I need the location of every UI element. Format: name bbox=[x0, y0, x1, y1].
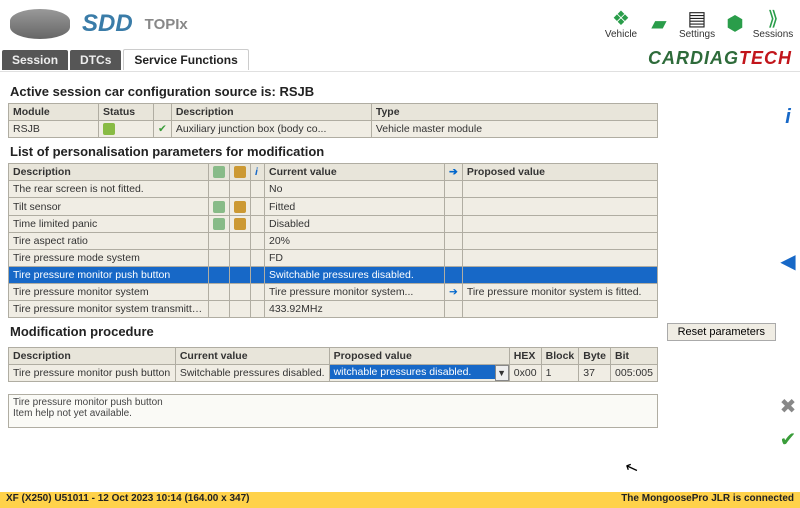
table-row[interactable]: Tire pressure monitor systemTire pressur… bbox=[9, 283, 658, 300]
col-desc[interactable]: Description bbox=[9, 164, 209, 181]
module-table: Module Status Description Type RSJB ✔ Au… bbox=[8, 103, 658, 138]
info-button[interactable]: i bbox=[785, 106, 791, 129]
confirm-button[interactable]: ✔ bbox=[780, 427, 797, 452]
sessions-button[interactable]: ⟫Sessions bbox=[756, 7, 790, 41]
params-table: Description i Current value ➔ Proposed v… bbox=[8, 163, 658, 318]
folder-icon: ▰ bbox=[651, 14, 666, 34]
param-icon2 bbox=[234, 201, 246, 213]
status-right: The MongoosePro JLR is connected bbox=[621, 493, 794, 507]
col-type: Type bbox=[371, 104, 657, 121]
arrow-right-icon: ➔ bbox=[449, 286, 458, 298]
cursor-icon: ↖ bbox=[622, 456, 641, 472]
toolbar-extra2[interactable]: ⬢ bbox=[718, 7, 752, 41]
watermark: CARDIAGTECH bbox=[648, 48, 792, 69]
col-description: Description bbox=[171, 104, 371, 121]
filter2-icon bbox=[234, 166, 246, 178]
table-row[interactable]: Tire pressure mode systemFD bbox=[9, 249, 658, 266]
gauge-icon: ▤ bbox=[688, 9, 707, 29]
arrow-icon: ➔ bbox=[449, 166, 458, 178]
table-row[interactable]: Time limited panicDisabled bbox=[9, 215, 658, 232]
reset-parameters-button[interactable]: Reset parameters bbox=[667, 323, 776, 341]
status-left: XF (X250) U51011 - 12 Oct 2023 10:14 (16… bbox=[6, 493, 250, 507]
stethoscope-icon: ❖ bbox=[612, 9, 630, 29]
rss-icon: ⟫ bbox=[767, 9, 778, 29]
check-icon: ✔ bbox=[158, 123, 167, 135]
collapse-button[interactable]: ◀ bbox=[780, 249, 795, 274]
filter1-icon bbox=[213, 166, 225, 178]
info-icon: i bbox=[255, 166, 258, 178]
tab-dtcs[interactable]: DTCs bbox=[70, 50, 121, 70]
procedure-table: Description Current value Proposed value… bbox=[8, 347, 658, 382]
params-title: List of personalisation parameters for m… bbox=[10, 144, 790, 159]
tab-service-functions[interactable]: Service Functions bbox=[123, 49, 248, 70]
app-header: SDD TOPIx ❖Vehicle ▰ ▤Settings ⬢ ⟫Sessio… bbox=[0, 0, 800, 48]
tab-session[interactable]: Session bbox=[2, 50, 68, 70]
chevron-down-icon[interactable]: ▼ bbox=[495, 365, 509, 381]
table-row[interactable]: Tire aspect ratio20% bbox=[9, 232, 658, 249]
param-icon2 bbox=[234, 218, 246, 230]
toolbar: ❖Vehicle ▰ ▤Settings ⬢ ⟫Sessions bbox=[604, 7, 790, 41]
jaguar-logo-icon bbox=[10, 9, 70, 39]
col-status: Status bbox=[99, 104, 154, 121]
main-content: Active session car configuration source … bbox=[0, 72, 800, 472]
status-ok-icon bbox=[103, 123, 115, 135]
table-row[interactable]: The rear screen is not fitted.No bbox=[9, 181, 658, 198]
app-sdd: SDD bbox=[82, 10, 133, 38]
toolbar-extra1[interactable]: ▰ bbox=[642, 7, 676, 41]
active-session-title: Active session car configuration source … bbox=[10, 84, 790, 99]
col-proposed[interactable]: Proposed value bbox=[462, 164, 657, 181]
tab-bar: Session DTCs Service Functions CARDIAGTE… bbox=[0, 48, 800, 72]
action-sidebar: i ◀ ✖ ✔ bbox=[776, 98, 800, 458]
param-icon1 bbox=[213, 218, 225, 230]
table-row[interactable]: Tire pressure monitor push button Switch… bbox=[9, 364, 658, 381]
help-box: Tire pressure monitor push button Item h… bbox=[8, 394, 658, 428]
settings-button[interactable]: ▤Settings bbox=[680, 7, 714, 41]
proposed-value-dropdown[interactable]: witchable pressures disabled.▼ Switchabl… bbox=[330, 365, 509, 381]
col-current[interactable]: Current value bbox=[265, 164, 445, 181]
app-topix: TOPIx bbox=[145, 16, 188, 33]
vehicle-button[interactable]: ❖Vehicle bbox=[604, 7, 638, 41]
procedure-title: Modification procedure bbox=[10, 324, 154, 339]
param-icon1 bbox=[213, 201, 225, 213]
status-bar: XF (X250) U51011 - 12 Oct 2023 10:14 (16… bbox=[0, 492, 800, 508]
table-row[interactable]: Tire pressure monitor system transmitter… bbox=[9, 300, 658, 317]
table-row[interactable]: Tire pressure monitor push buttonSwitcha… bbox=[9, 266, 658, 283]
table-row[interactable]: Tilt sensorFitted bbox=[9, 198, 658, 215]
col-module: Module bbox=[9, 104, 99, 121]
cancel-button[interactable]: ✖ bbox=[780, 394, 797, 419]
table-row[interactable]: RSJB ✔ Auxiliary junction box (body co..… bbox=[9, 121, 658, 138]
fuel-icon: ⬢ bbox=[726, 14, 743, 34]
